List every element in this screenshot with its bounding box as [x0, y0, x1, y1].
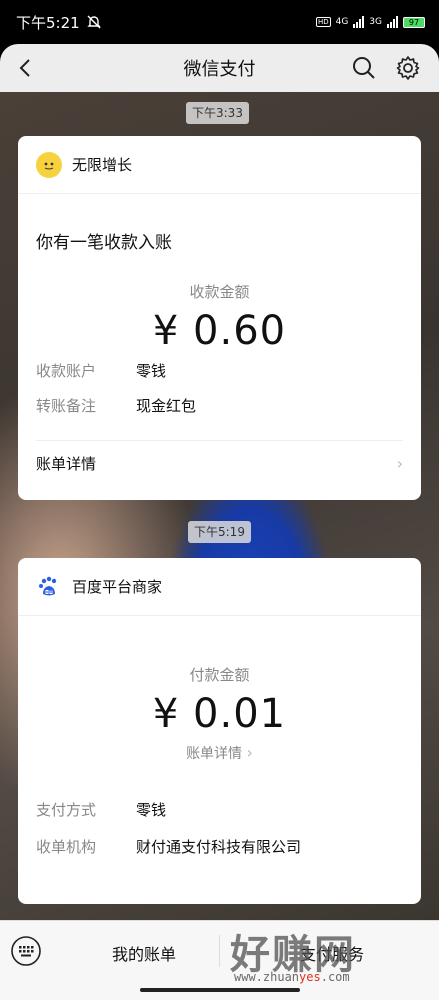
battery-icon: 97	[403, 16, 425, 28]
status-time: 下午5:21	[16, 13, 80, 32]
bill-detail-label: 账单详情	[186, 746, 243, 762]
amount-label: 付款金额	[189, 666, 250, 684]
baidu-logo-icon	[36, 573, 62, 600]
row-key: 收单机构	[36, 838, 97, 856]
info-row: 收款账户 零钱	[18, 360, 421, 381]
signal-icon-2	[387, 16, 398, 28]
info-row: 支付方式 零钱	[18, 799, 421, 820]
info-row: 收单机构 财付通支付科技有限公司	[18, 836, 421, 857]
amount-label: 收款金额	[189, 283, 250, 301]
row-value: 零钱	[136, 801, 167, 819]
hd-badge: HD	[315, 17, 331, 27]
card-header: 百度平台商家	[18, 558, 421, 616]
amount-value: ¥ 0.01	[152, 691, 287, 737]
watermark-url-part: .com	[320, 970, 350, 984]
bill-detail-label: 账单详情	[36, 454, 97, 473]
network-4g-label: 4G	[335, 17, 349, 27]
gear-icon[interactable]	[395, 55, 421, 81]
payment-card-received[interactable]: 无限增长 你有一笔收款入账 收款金额 ¥ 0.60 收款账户 零钱 转账备注 现…	[18, 136, 421, 500]
chevron-right-icon: ›	[246, 743, 253, 762]
payment-card-paid[interactable]: 百度平台商家 付款金额 ¥ 0.01 账单详情 › 支付方式 零钱 收单机构 财…	[18, 558, 421, 904]
merchant-avatar	[36, 151, 62, 178]
merchant-name: 百度平台商家	[72, 578, 163, 596]
keyboard-icon[interactable]	[10, 935, 42, 967]
bill-detail-link[interactable]: 账单详情 ›	[18, 743, 421, 763]
row-value: 零钱	[136, 362, 167, 380]
watermark-url-part: www.zhuan	[234, 970, 300, 984]
back-icon[interactable]	[14, 56, 38, 80]
row-key: 收款账户	[36, 362, 97, 380]
smiley-icon	[44, 162, 54, 169]
merchant-name: 无限增长	[72, 156, 133, 174]
chevron-right-icon: ›	[396, 453, 403, 473]
row-value: 现金红包	[136, 397, 197, 415]
page-title: 微信支付	[183, 59, 256, 80]
status-bar: 下午5:21 HD 4G 3G 97	[0, 0, 439, 44]
search-icon[interactable]	[351, 55, 377, 81]
watermark-url: www.zhuanyes.com	[234, 970, 350, 984]
row-key: 支付方式	[36, 801, 97, 819]
bill-detail-link[interactable]: 账单详情 ›	[18, 441, 421, 485]
card-header: 无限增长	[18, 136, 421, 194]
message-timestamp: 下午3:33	[186, 102, 249, 124]
info-row: 转账备注 现金红包	[18, 395, 421, 416]
row-key: 转账备注	[36, 397, 97, 415]
notice-text: 你有一笔收款入账	[36, 233, 172, 253]
menu-my-bills[interactable]: 我的账单	[112, 941, 176, 965]
mute-icon	[86, 15, 101, 29]
home-indicator[interactable]	[140, 988, 300, 992]
amount-value: ¥ 0.60	[152, 308, 287, 354]
signal-icon	[353, 16, 365, 28]
message-timestamp: 下午5:19	[188, 521, 251, 543]
watermark-url-accent: yes	[299, 970, 321, 984]
row-value: 财付通支付科技有限公司	[136, 838, 302, 856]
nav-header: 微信支付	[0, 44, 439, 92]
menu-divider	[219, 935, 220, 967]
network-3g-label: 3G	[369, 17, 382, 27]
